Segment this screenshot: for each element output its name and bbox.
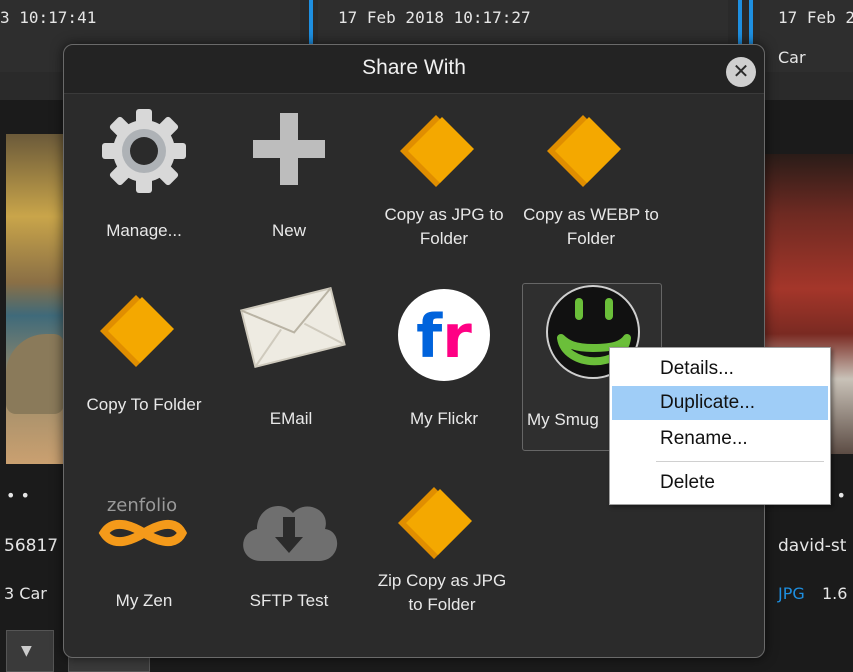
right-file-format: JPG (778, 584, 805, 603)
tile-label: Manage... (106, 221, 182, 240)
right-file-size: 1.6 (822, 584, 848, 603)
folder-icon (398, 487, 472, 559)
tile-label: New (271, 221, 306, 240)
envelope-icon (240, 287, 346, 368)
left-file-name: 56817 (4, 536, 59, 556)
menu-item-duplicate[interactable]: Duplicate... (612, 386, 828, 420)
menu-item-details[interactable]: Details... (612, 352, 828, 386)
menu-separator (656, 461, 824, 462)
left-rating-dots: • • (6, 486, 30, 505)
cell-tag: Car (778, 48, 806, 67)
menu-item-delete[interactable]: Delete (612, 466, 828, 500)
tile-label: My Flickr (410, 409, 478, 428)
plus-icon (253, 113, 325, 185)
close-button[interactable]: ✕ (726, 57, 756, 87)
tile-label: Zip Copy as JPG to Folder (377, 571, 507, 614)
zenfolio-icon: zenfolio (98, 495, 188, 547)
close-icon: ✕ (732, 59, 750, 83)
share-tile-copy-to-folder[interactable]: Copy To Folder (74, 283, 214, 451)
svg-text:zenfolio: zenfolio (107, 495, 177, 516)
dialog-title: Share With (64, 45, 764, 94)
share-tile-email[interactable]: EMail (221, 283, 361, 451)
share-tile-zip-copy-jpg[interactable]: Zip Copy as JPG to Folder (372, 481, 512, 649)
view-dropdown-button[interactable]: ▼ (6, 630, 54, 672)
flickr-icon: fr (398, 289, 490, 381)
triangle-down-icon: ▼ (21, 643, 32, 659)
context-menu: Details... Duplicate... Rename... Delete (609, 347, 831, 505)
share-tile-manage[interactable]: Manage... (74, 103, 214, 271)
cell-timestamp: 17 Feb 2018 10:17:27 (338, 8, 531, 27)
svg-text:fr: fr (416, 302, 472, 372)
share-tile-copy-webp-folder[interactable]: Copy as WEBP to Folder (521, 103, 661, 253)
folder-icon (400, 115, 474, 187)
flickr-icon-r: r (442, 302, 472, 372)
tile-label: EMail (269, 409, 313, 428)
cell-timestamp: 3 10:17:41 (0, 8, 97, 27)
right-file-name: david-st (778, 536, 847, 556)
photo-thumbnail-left[interactable] (6, 134, 64, 464)
car-shape (6, 334, 64, 414)
share-tile-new[interactable]: New (219, 103, 359, 271)
cell-timestamp: 17 Feb 2 (778, 8, 853, 27)
tile-label: My Zen (115, 591, 173, 610)
folder-icon (100, 295, 174, 367)
tile-label: Copy as WEBP to Folder (523, 205, 659, 248)
share-tile-sftp-test[interactable]: SFTP Test (219, 481, 359, 649)
gallery-cell-3[interactable]: 17 Feb 2 Car (760, 0, 853, 72)
tile-label: Copy To Folder (86, 395, 202, 414)
share-tile-my-flickr[interactable]: fr My Flickr (374, 283, 514, 451)
left-file-meta: 3 Car (4, 584, 47, 603)
menu-item-rename[interactable]: Rename... (612, 422, 828, 456)
folder-icon (547, 115, 621, 187)
flickr-icon-f: f (416, 302, 443, 372)
share-tile-copy-jpg-folder[interactable]: Copy as JPG to Folder (374, 103, 514, 271)
gear-icon (102, 109, 186, 193)
tile-label: Copy as JPG to Folder (384, 205, 504, 248)
tile-label: SFTP Test (249, 591, 329, 610)
share-tile-my-zen[interactable]: zenfolio My Zen (74, 481, 214, 649)
cloud-download-icon (243, 506, 338, 561)
